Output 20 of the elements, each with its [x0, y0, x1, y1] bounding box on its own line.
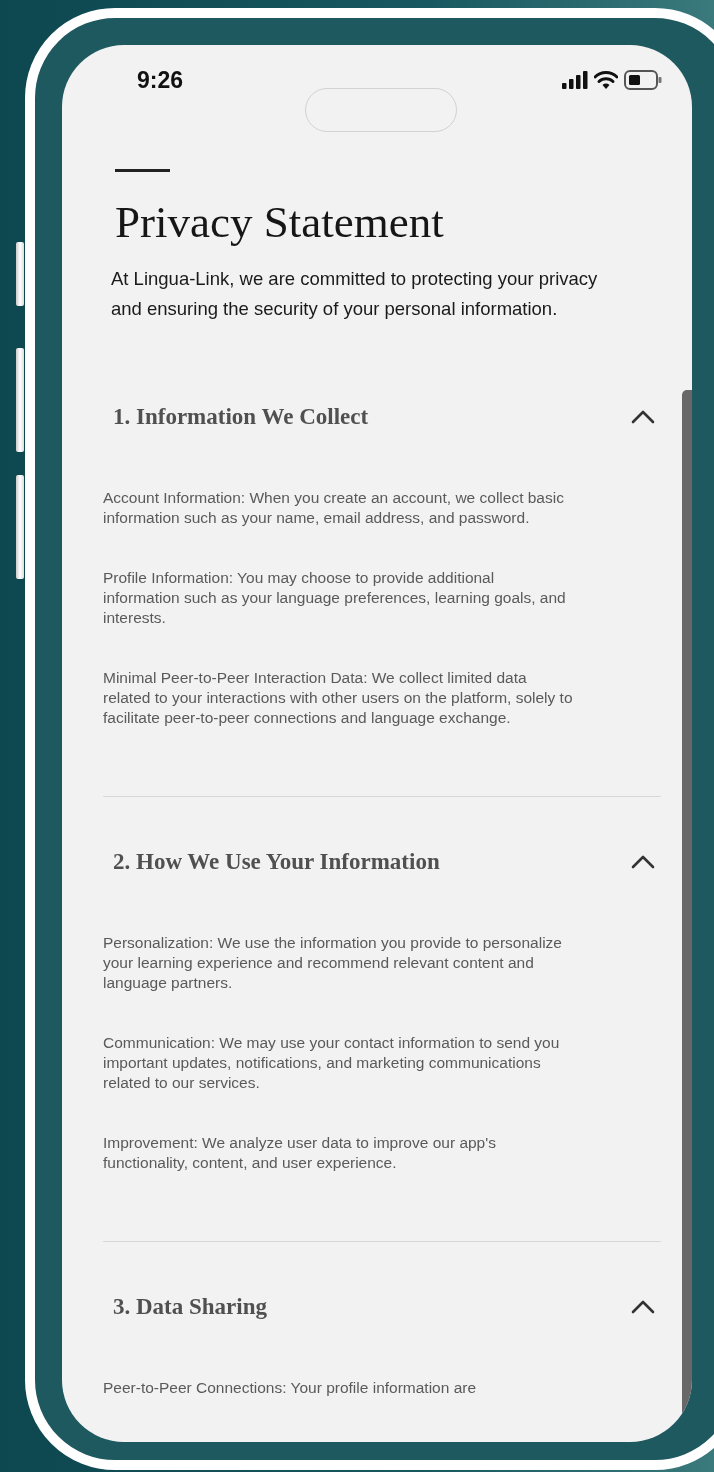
page-title: Privacy Statement [115, 198, 445, 248]
section-paragraph: Peer-to-Peer Connections: Your profile information are [103, 1377, 478, 1398]
section-paragraph: Improvement: We analyze user data to improve our app's functionality, content, and user experience. [103, 1132, 497, 1173]
section-paragraph: Personalization: We use the information you provide to personalize your learning experience and recommend relevant content and language partners. [103, 932, 563, 993]
header-dash [115, 169, 170, 172]
intro-text: At Lingua-Link, we are committed to protecting your privacy and ensuring the security of your personal information. [111, 266, 599, 321]
battery-icon [624, 70, 662, 90]
section-title: 1. Information We Collect [113, 403, 369, 430]
section-paragraph: Account Information: When you create an account, we collect basic information such as your name, email address, and password. [103, 487, 565, 528]
section-title: 2. How We Use Your Information [113, 848, 440, 875]
chevron-up-icon[interactable] [631, 1299, 655, 1314]
section-paragraph: Minimal Peer-to-Peer Interaction Data: We collect limited data related to your interactions with other users on the platform, solely to facilitate peer-to-peer connections and language exchange. [103, 667, 573, 728]
section-paragraph: Profile Information: You may choose to provide additional information such as your language preferences, learning goals, and interests. [103, 567, 567, 628]
signal-icon [562, 71, 588, 89]
chevron-up-icon[interactable] [631, 409, 655, 424]
wifi-icon [594, 71, 618, 89]
section-title: 3. Data Sharing [113, 1293, 267, 1320]
chevron-up-icon[interactable] [631, 854, 655, 869]
status-time: 9:26 [137, 66, 184, 94]
section-paragraph: Communication: We may use your contact information to send you important updates, notifications, and marketing communications related to our services. [103, 1032, 561, 1093]
